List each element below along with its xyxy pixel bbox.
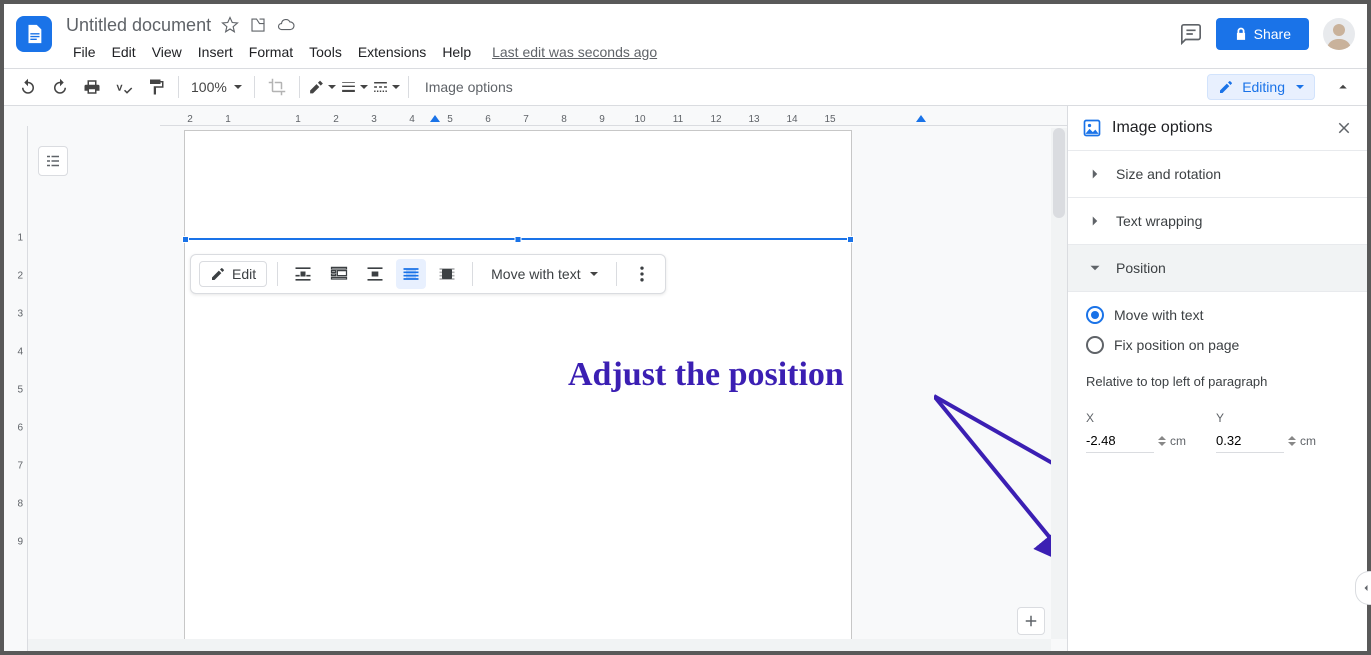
indent-marker-right[interactable] <box>916 115 926 122</box>
print-button[interactable] <box>78 73 106 101</box>
sidebar-section-wrap[interactable]: Text wrapping <box>1068 197 1367 244</box>
outline-icon <box>44 152 62 170</box>
chevron-down-icon <box>1086 259 1104 277</box>
position-panel: Move with text Fix position on page Rela… <box>1068 291 1367 467</box>
sidebar-title: Image options <box>1112 119 1325 137</box>
image-floating-toolbar: Edit Move with text <box>190 254 666 294</box>
move-icon[interactable] <box>249 16 267 34</box>
redo-button[interactable] <box>46 73 74 101</box>
outline-button[interactable] <box>38 146 68 176</box>
main-toolbar: 100% Image options Editing <box>4 68 1367 106</box>
vertical-scrollbar[interactable] <box>1051 128 1067 639</box>
sidebar-section-position[interactable]: Position <box>1068 244 1367 291</box>
y-stepper[interactable] <box>1288 436 1296 446</box>
menu-edit[interactable]: Edit <box>105 42 143 62</box>
menu-help[interactable]: Help <box>435 42 478 62</box>
zoom-dropdown[interactable]: 100% <box>187 79 246 95</box>
menu-bar: File Edit View Insert Format Tools Exten… <box>66 42 1180 62</box>
document-canvas[interactable]: 2 1 1 2 3 4 5 6 7 8 9 10 11 12 13 14 15 … <box>4 106 1067 651</box>
menu-view[interactable]: View <box>145 42 189 62</box>
image-selection[interactable] <box>185 238 851 240</box>
x-input[interactable] <box>1086 429 1154 453</box>
radio-icon <box>1086 306 1104 324</box>
plus-icon <box>1022 612 1040 630</box>
pencil-icon <box>210 266 226 282</box>
avatar[interactable] <box>1323 18 1355 50</box>
image-icon <box>1082 118 1102 138</box>
explore-button[interactable] <box>1017 607 1045 635</box>
radio-move-with-text[interactable]: Move with text <box>1086 306 1349 324</box>
wrap-break-button[interactable] <box>360 259 390 289</box>
comments-icon[interactable] <box>1180 23 1202 45</box>
undo-button[interactable] <box>14 73 42 101</box>
sidebar-section-size[interactable]: Size and rotation <box>1068 150 1367 197</box>
radio-icon <box>1086 336 1104 354</box>
chevron-right-icon <box>1086 212 1104 230</box>
horizontal-ruler[interactable]: 2 1 1 2 3 4 5 6 7 8 9 10 11 12 13 14 15 <box>160 106 1067 126</box>
close-icon[interactable] <box>1335 119 1353 137</box>
last-edit[interactable]: Last edit was seconds ago <box>492 44 657 60</box>
border-dash-button[interactable] <box>372 73 400 101</box>
border-weight-button[interactable] <box>340 73 368 101</box>
share-label: Share <box>1254 26 1291 42</box>
pencil-icon <box>1218 79 1234 95</box>
edit-button[interactable]: Edit <box>199 261 267 287</box>
menu-file[interactable]: File <box>66 42 103 62</box>
move-with-text-dropdown[interactable]: Move with text <box>483 262 605 286</box>
document-title[interactable]: Untitled document <box>66 15 211 36</box>
image-options-sidebar: Image options Size and rotation Text wra… <box>1067 106 1367 651</box>
hide-menus-button[interactable] <box>1329 73 1357 101</box>
title-area: Untitled document File Edit View Insert … <box>66 12 1180 62</box>
menu-insert[interactable]: Insert <box>191 42 240 62</box>
crop-button[interactable] <box>263 73 291 101</box>
share-button[interactable]: Share <box>1216 18 1309 50</box>
chevron-right-icon <box>1086 165 1104 183</box>
header: Untitled document File Edit View Insert … <box>4 4 1367 68</box>
radio-fix-on-page[interactable]: Fix position on page <box>1086 336 1349 354</box>
x-unit: cm <box>1170 434 1186 448</box>
x-stepper[interactable] <box>1158 436 1166 446</box>
indent-marker-left[interactable] <box>430 115 440 122</box>
annotation-arrows <box>934 386 1067 576</box>
document-page <box>184 130 852 651</box>
spellcheck-button[interactable] <box>110 73 138 101</box>
y-input[interactable] <box>1216 429 1284 453</box>
side-panel-toggle[interactable] <box>1355 571 1371 605</box>
menu-format[interactable]: Format <box>242 42 300 62</box>
more-options-button[interactable] <box>627 259 657 289</box>
y-unit: cm <box>1300 434 1316 448</box>
wrap-inline-button[interactable] <box>288 259 318 289</box>
lock-icon <box>1234 27 1248 41</box>
border-color-button[interactable] <box>308 73 336 101</box>
star-icon[interactable] <box>221 16 239 34</box>
menu-tools[interactable]: Tools <box>302 42 349 62</box>
menu-extensions[interactable]: Extensions <box>351 42 433 62</box>
wrap-wrap-button[interactable] <box>324 259 354 289</box>
wrap-front-button[interactable] <box>432 259 462 289</box>
image-options-label[interactable]: Image options <box>425 79 513 95</box>
editing-mode-dropdown[interactable]: Editing <box>1207 74 1315 100</box>
relative-to-label: Relative to top left of paragraph <box>1086 374 1349 389</box>
y-label: Y <box>1216 411 1316 425</box>
vertical-ruler[interactable]: 1 2 3 4 5 6 7 8 9 <box>4 126 28 651</box>
cloud-icon[interactable] <box>277 16 295 34</box>
wrap-behind-button[interactable] <box>396 259 426 289</box>
horizontal-scrollbar[interactable] <box>28 639 1051 651</box>
paint-format-button[interactable] <box>142 73 170 101</box>
docs-logo[interactable] <box>16 16 52 52</box>
x-label: X <box>1086 411 1186 425</box>
